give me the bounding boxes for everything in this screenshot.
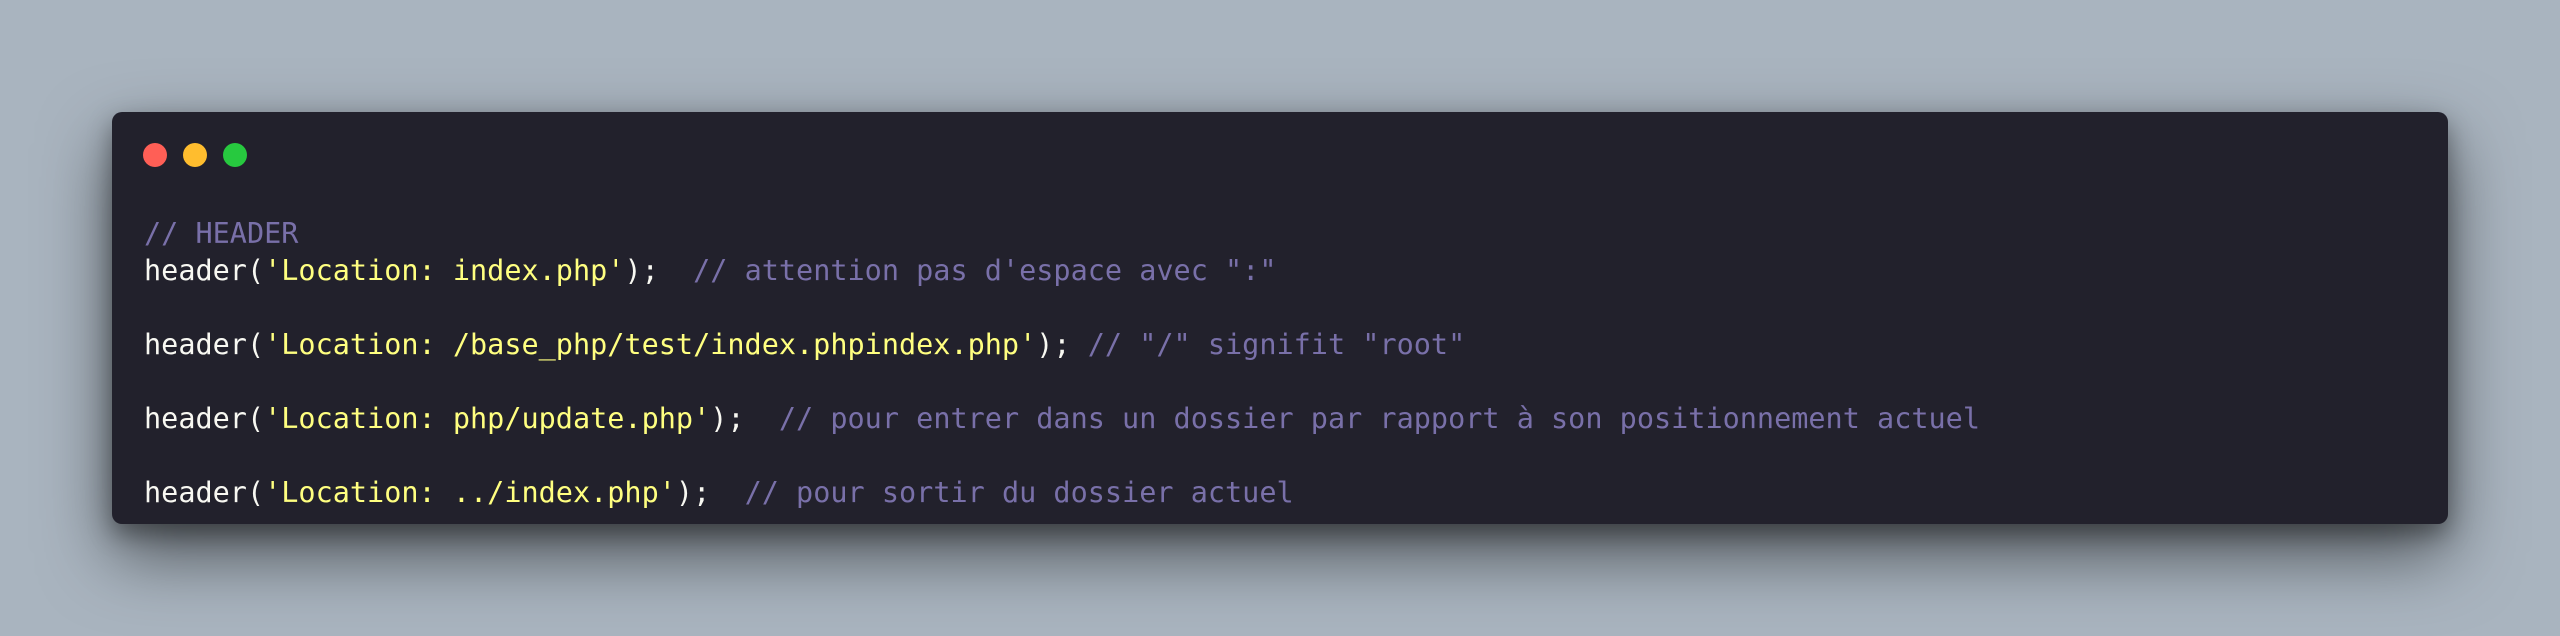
- code-line-4: header('Location: /base_php/test/index.p…: [144, 326, 1980, 363]
- code-function-call: header(: [144, 476, 265, 509]
- code-string: 'Location: /base_php/test/index.phpindex…: [264, 328, 1037, 361]
- code-punctuation: );: [675, 476, 711, 509]
- code-comment: // HEADER: [144, 217, 299, 250]
- code-punctuation: );: [624, 254, 659, 287]
- code-function-call: header(: [144, 328, 265, 361]
- code-function-call: header(: [144, 402, 265, 435]
- code-comment: // "/" signifit "root": [1087, 328, 1466, 361]
- minimize-window-dot-icon[interactable]: [183, 143, 207, 167]
- window-controls: [143, 143, 247, 167]
- code-punctuation: );: [710, 402, 745, 435]
- code-line-1: // HEADER: [144, 215, 1980, 252]
- code-comment: // pour sortir du dossier actuel: [744, 476, 1294, 509]
- code-line-8: header('Location: ../index.php'); // pou…: [144, 474, 1980, 511]
- code-punctuation: );: [1036, 328, 1071, 361]
- code-string: 'Location: php/update.php': [264, 402, 711, 435]
- code-comment: // attention pas d'espace avec ":": [693, 254, 1277, 287]
- close-window-dot-icon[interactable]: [143, 143, 167, 167]
- code-string: 'Location: ../index.php': [264, 476, 676, 509]
- code-line-5-empty: [144, 363, 1980, 400]
- maximize-window-dot-icon[interactable]: [223, 143, 247, 167]
- code-string: 'Location: index.php': [264, 254, 625, 287]
- code-block: // HEADER header('Location: index.php'); …: [144, 215, 1980, 511]
- code-line-2: header('Location: index.php'); // attent…: [144, 252, 1980, 289]
- code-window: // HEADER header('Location: index.php'); …: [112, 112, 2448, 524]
- code-line-7-empty: [144, 437, 1980, 474]
- code-comment: // pour entrer dans un dossier par rappo…: [778, 402, 1980, 435]
- code-function-call: header(: [144, 254, 265, 287]
- code-line-6: header('Location: php/update.php'); // p…: [144, 400, 1980, 437]
- code-line-3-empty: [144, 289, 1980, 326]
